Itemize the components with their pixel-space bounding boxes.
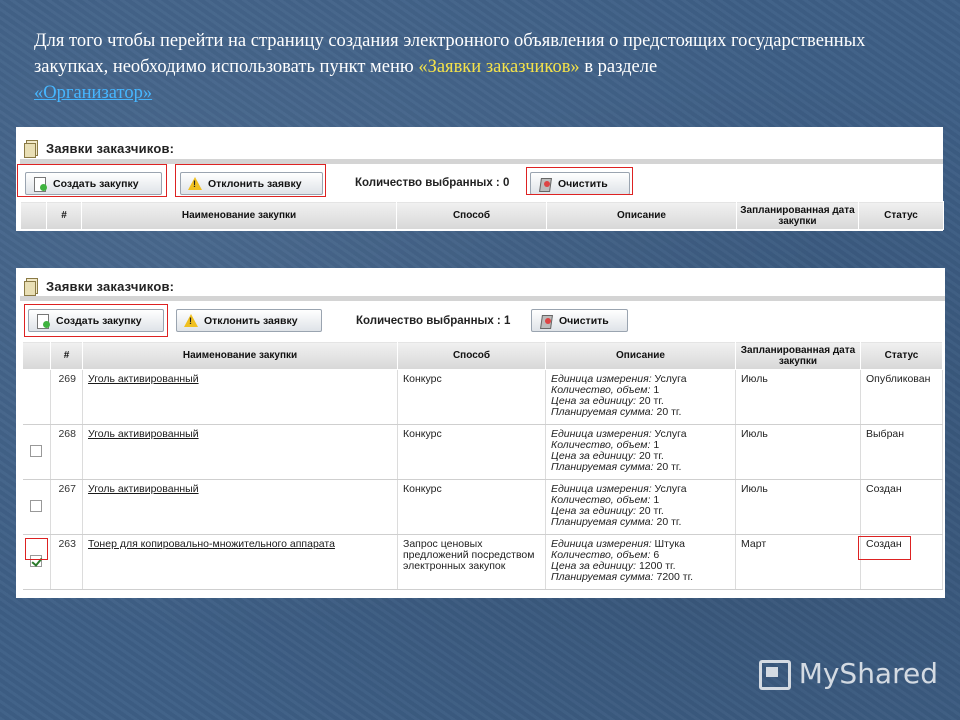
description-line: Планируемая сумма: 20 тг. (551, 407, 731, 418)
planned-date: Июль (735, 424, 861, 480)
purchase-method: Конкурс (397, 369, 546, 425)
row-number: 268 (50, 424, 83, 480)
description-label: Планируемая сумма: (551, 571, 654, 583)
purchase-name-link[interactable]: Тонер для копировально-множительного апп… (82, 534, 398, 590)
planned-date: Март (735, 534, 861, 590)
table-header: # Наименование закупки Способ Описание З… (20, 201, 944, 230)
column-method[interactable]: Способ (396, 201, 547, 230)
description-value: 20 тг. (656, 516, 682, 528)
title-divider (20, 296, 945, 301)
planned-date: Июль (735, 369, 861, 425)
highlight-box (25, 538, 48, 560)
description-label: Планируемая сумма: (551, 406, 654, 418)
customer-requests-panel: Заявки заказчиков: Создать закупку Откло… (16, 268, 945, 598)
reject-request-label: Отклонить заявку (204, 314, 298, 327)
row-checkbox[interactable] (30, 444, 43, 457)
row-select-cell[interactable] (22, 479, 51, 535)
selected-count: Количество выбранных : 0 (355, 177, 510, 189)
description-value: 7200 тг. (656, 571, 694, 583)
row-number: 267 (50, 479, 83, 535)
customer-requests-panel-empty: Заявки заказчиков: Создать закупку Откло… (16, 127, 944, 231)
myshared-logo-icon (757, 656, 791, 690)
panel-title-text: Заявки заказчиков: (46, 140, 175, 156)
intro-highlight: «Заявки заказчиков» (418, 57, 580, 77)
planned-date: Июль (735, 479, 861, 535)
status-value: Создан (866, 483, 902, 495)
row-select-cell[interactable] (22, 369, 51, 425)
row-select-cell[interactable] (22, 424, 51, 480)
select-column-header (22, 341, 51, 370)
clear-label: Очистить (559, 314, 609, 327)
description-value: Услуга (654, 373, 687, 385)
column-name[interactable]: Наименование закупки (81, 201, 397, 230)
panel-title: Заявки заказчиков: (24, 137, 174, 159)
purchases-table: # Наименование закупки Способ Описание З… (22, 341, 943, 590)
myshared-logo: MyShared (757, 656, 938, 690)
intro-text: Для того чтобы перейти на страницу созда… (34, 28, 934, 106)
column-num[interactable]: # (46, 201, 82, 230)
select-column-header (20, 201, 47, 230)
purchase-description: Единица измерения: Услуга Количество, объ… (545, 424, 736, 480)
panel-title: Заявки заказчиков: (24, 275, 174, 297)
clear-button[interactable]: Очистить (531, 309, 628, 332)
purchase-description: Единица измерения: Штука Количество, объе… (545, 534, 736, 590)
status-cell: Выбран (860, 424, 943, 480)
table-row[interactable]: 269 Уголь активированный Конкурс Единица из… (22, 369, 943, 425)
table-row[interactable]: 267 Уголь активированный Конкурс Единица из… (22, 479, 943, 535)
status-cell: Создан (860, 479, 943, 535)
highlight-box (17, 164, 167, 197)
description-label: Планируемая сумма: (551, 516, 654, 528)
row-number: 263 (50, 534, 83, 590)
status-cell: Опубликован (860, 369, 943, 425)
purchase-method: Запрос ценовых предложений посредством э… (397, 534, 546, 590)
description-line: Планируемая сумма: 20 тг. (551, 462, 731, 473)
selected-count: Количество выбранных : 1 (356, 315, 511, 327)
documents-icon (24, 140, 38, 158)
row-checkbox[interactable] (30, 499, 43, 512)
column-desc[interactable]: Описание (546, 201, 737, 230)
description-line: Планируемая сумма: 7200 тг. (551, 572, 731, 583)
panel-title-text: Заявки заказчиков: (46, 278, 175, 294)
column-num[interactable]: # (50, 341, 83, 370)
purchase-name-link[interactable]: Уголь активированный (82, 479, 398, 535)
table-header: # Наименование закупки Способ Описание З… (22, 341, 943, 370)
organizer-link[interactable]: «Организатор» (34, 83, 152, 103)
column-date[interactable]: Запланированная дата закупки (736, 201, 859, 230)
column-status[interactable]: Статус (858, 201, 944, 230)
column-status[interactable]: Статус (860, 341, 943, 370)
status-value: Выбран (866, 428, 905, 440)
purchase-name-link[interactable]: Уголь активированный (82, 369, 398, 425)
description-value: 20 тг. (656, 406, 682, 418)
purchase-name-link[interactable]: Уголь активированный (82, 424, 398, 480)
description-line: Планируемая сумма: 20 тг. (551, 517, 731, 528)
purchase-description: Единица измерения: Услуга Количество, объ… (545, 369, 736, 425)
warning-icon (183, 313, 198, 328)
highlight-box (24, 304, 168, 337)
column-name[interactable]: Наименование закупки (82, 341, 398, 370)
column-method[interactable]: Способ (397, 341, 546, 370)
description-value: 20 тг. (656, 461, 682, 473)
purchases-table: # Наименование закупки Способ Описание З… (20, 201, 944, 230)
table-row[interactable]: 263 Тонер для копировально-множительного … (22, 534, 943, 590)
description-label: Планируемая сумма: (551, 461, 654, 473)
description-value: Услуга (654, 428, 687, 440)
column-desc[interactable]: Описание (545, 341, 736, 370)
description-value: Услуга (654, 483, 687, 495)
purchase-method: Конкурс (397, 424, 546, 480)
intro-part2: в разделе (579, 57, 658, 77)
row-number: 269 (50, 369, 83, 425)
highlight-box (526, 167, 633, 195)
table-row[interactable]: 268 Уголь активированный Конкурс Единица из… (22, 424, 943, 480)
purchase-method: Конкурс (397, 479, 546, 535)
status-value: Опубликован (866, 373, 931, 385)
highlight-box (175, 164, 326, 197)
myshared-logo-text: MyShared (798, 656, 938, 690)
clear-icon (538, 313, 553, 328)
column-date[interactable]: Запланированная дата закупки (735, 341, 861, 370)
highlight-box (858, 536, 911, 560)
documents-icon (24, 278, 38, 296)
reject-request-button[interactable]: Отклонить заявку (176, 309, 322, 332)
purchase-description: Единица измерения: Услуга Количество, объ… (545, 479, 736, 535)
